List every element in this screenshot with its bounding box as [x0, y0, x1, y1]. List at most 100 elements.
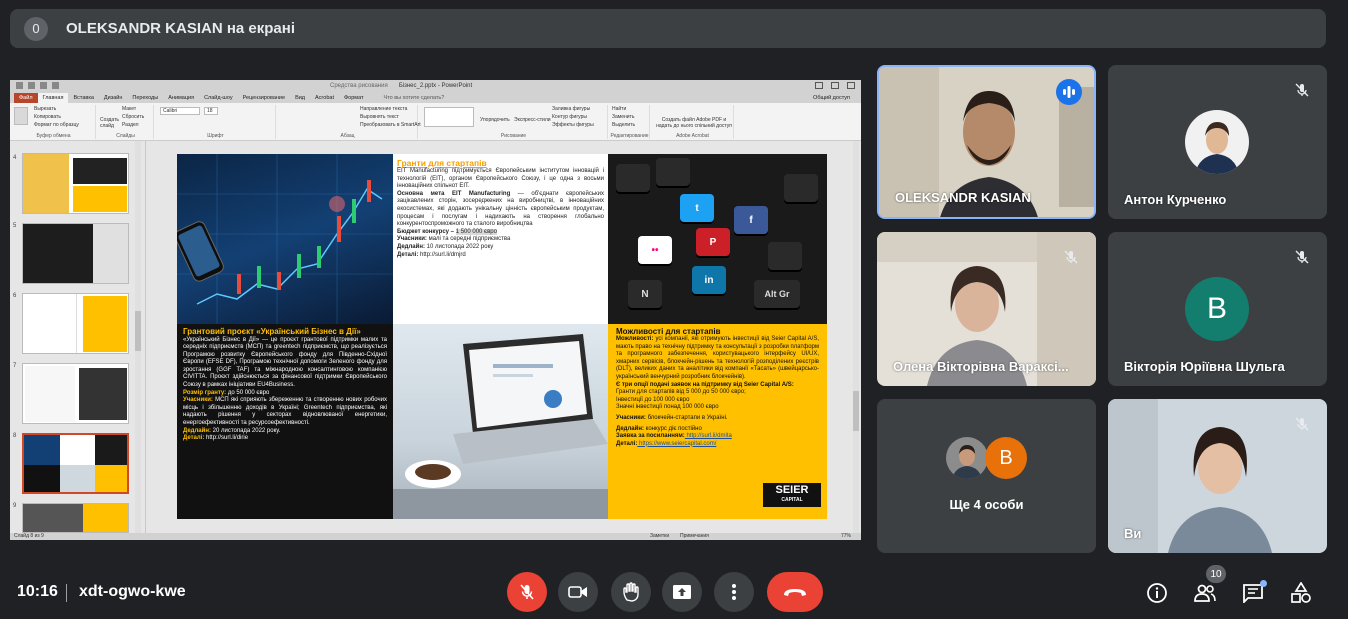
- participant-name: Ви: [1124, 526, 1142, 541]
- participant-tile[interactable]: B Вікторія Юріївна Шульга: [1108, 232, 1327, 386]
- mic-toggle-button[interactable]: [507, 572, 547, 612]
- pin-count: 0: [24, 16, 48, 41]
- ribbon-create-pdf: Создать файл Adobe PDF и надать до нього…: [656, 117, 732, 129]
- thumb-block: [73, 186, 127, 212]
- muted-mic-icon: [1289, 244, 1315, 270]
- ribbon-find: Найти: [612, 106, 627, 112]
- sc-details: Деталі: https://www.seiercapital.com/: [616, 441, 819, 449]
- eit-paragraph-1: EIT Manufacturing підтримується Європейс…: [397, 168, 604, 190]
- ribbon-group-drawing: Упорядочить Экспресс-стили Заливка фигур…: [420, 105, 608, 139]
- keyboard-key: [616, 164, 650, 192]
- raise-hand-button[interactable]: [611, 572, 651, 612]
- ribbon-group-acrobat: Создать файл Adobe PDF и надать до нього…: [652, 105, 734, 139]
- ribbon-smartart: Преобразовать в SmartArt: [360, 122, 421, 128]
- ribbon-replace: Заменить: [612, 114, 635, 120]
- sc-participants: Учасники: блокчейн-стартапи в Україні.: [616, 415, 819, 423]
- slide-thumbnail-5: [22, 223, 129, 284]
- thumb-number: 8: [13, 433, 17, 439]
- ub-title: Грантовий проєкт «Український Бізнес в Д…: [183, 327, 361, 336]
- eit-paragraph-2: Основна мета EIT Manufacturing — об'єдна…: [397, 191, 604, 229]
- participant-name: Вікторія Юріївна Шульга: [1124, 359, 1285, 374]
- ribbon-arrange: Упорядочить: [480, 117, 510, 123]
- ppt-title-bar: Бізнес_2.pptx - PowerPoint Средства рисо…: [10, 80, 861, 92]
- slide-thumbnail-6: [22, 293, 129, 354]
- n-key: N: [628, 280, 662, 308]
- leave-call-button[interactable]: [767, 572, 823, 612]
- altgr-key: Alt Gr: [754, 280, 800, 308]
- sc-details-label: Деталі:: [616, 440, 638, 447]
- keyboard-key: [784, 174, 818, 202]
- activities-button[interactable]: [1288, 580, 1314, 606]
- tab-format: Формат: [343, 95, 364, 101]
- group-label: Буфер обмена: [36, 133, 71, 139]
- keyboard-key: [656, 158, 690, 186]
- sc-apply-link: http://surl.li/dmita: [684, 433, 732, 440]
- camera-toggle-button[interactable]: [558, 572, 598, 612]
- tab-transitions: Переходы: [132, 95, 159, 101]
- more-options-button[interactable]: [714, 572, 754, 612]
- ribbon-section: Раздел: [122, 122, 139, 128]
- ub-deadline-value: 20 листопада 2022 року.: [210, 427, 281, 434]
- candlestick-chart-graphic: [177, 154, 393, 324]
- ub-size-label: Розмір гранту:: [183, 389, 227, 396]
- shared-screen[interactable]: Бізнес_2.pptx - PowerPoint Средства рисо…: [10, 80, 861, 540]
- present-icon: [673, 585, 691, 599]
- ribbon-shape-effects: Эффекты фигуры: [552, 122, 594, 128]
- eit-deadline-value: 10 листопада 2022 року: [424, 243, 494, 250]
- group-label: Рисование: [500, 133, 527, 139]
- slide-counter: Слайд 8 из 9: [14, 533, 44, 539]
- slide-thumbnail-8[interactable]: [22, 433, 129, 494]
- thumb-number: 7: [13, 363, 17, 369]
- flickr-key-icon: ••: [638, 236, 672, 264]
- sc-deadline-value: конкурс діє постійно: [643, 425, 702, 432]
- ub-details: Деталі: http://surl.li/dirie: [183, 435, 387, 443]
- stock-chart-image: [177, 154, 393, 324]
- laptop-graphic: [393, 334, 608, 519]
- presentation-title: OLEKSANDR KASIAN на екрані: [66, 20, 295, 37]
- more-participants-tile[interactable]: B Ще 4 особи: [877, 399, 1096, 553]
- notes-label: Заметки: [650, 533, 670, 539]
- eit-budget-label: Бюджет конкурсу –: [397, 228, 456, 235]
- ub-participants-value: МСП які сприяють збереженню та створенню…: [183, 397, 387, 427]
- thumb-block: [23, 224, 93, 283]
- participant-tile[interactable]: Олена Вікторівна Вараксі...: [877, 232, 1096, 386]
- ribbon-shape-outline: Контур фигуры: [552, 114, 587, 120]
- thumb-number: 6: [13, 293, 17, 299]
- present-screen-button[interactable]: [662, 572, 702, 612]
- self-tile[interactable]: Ви: [1108, 399, 1327, 553]
- avatar: B: [985, 437, 1027, 479]
- muted-mic-icon: [1289, 77, 1315, 103]
- thumb-block: [95, 435, 127, 465]
- eit-goal-label: Основна мета EIT Manufacturing: [397, 190, 511, 197]
- ppt-share: Общий доступ: [813, 95, 850, 101]
- sc-option-1: Гранти для стартапів від 5 000 до 50 000…: [616, 389, 746, 396]
- meet-window: 0 OLEKSANDR KASIAN на екрані Бізнес_2.pp…: [0, 0, 1348, 619]
- slide-scrollbar: [853, 141, 859, 533]
- mic-off-icon: [520, 584, 534, 600]
- sc-options-heading-text: Є три опції подачі заявок на підтримку в…: [616, 381, 794, 388]
- eit-participants-label: Учасники:: [397, 236, 427, 243]
- avatar: [1185, 110, 1249, 174]
- sc-participants-value: блокчейн-стартапи в Україні.: [645, 414, 728, 421]
- meeting-info-button[interactable]: [1144, 580, 1170, 606]
- hang-up-icon: [784, 589, 806, 596]
- ribbon-quick-styles: Экспресс-стили: [514, 117, 551, 123]
- ribbon-text-direction: Направление текста: [360, 106, 408, 112]
- seier-logo-sub: CAPITAL: [781, 497, 803, 503]
- participant-tile[interactable]: OLEKSANDR KASIAN: [877, 65, 1096, 219]
- participant-tile[interactable]: Антон Курченко: [1108, 65, 1327, 219]
- seier-capital-logo: SEIER CAPITAL: [763, 483, 821, 507]
- thumb-block: [24, 435, 60, 465]
- people-button[interactable]: [1192, 580, 1218, 606]
- thumb-number: 4: [13, 155, 17, 161]
- ribbon-group-font: Calibri 18 Шрифт: [156, 105, 276, 139]
- thumb-block: [23, 294, 77, 353]
- sc-title: Можливості для стартапів: [616, 327, 721, 336]
- slide-thumbnail-9: [22, 503, 129, 533]
- tab-home: Главная: [37, 93, 69, 103]
- slide-edit-area: Гранти для стартапів EIT Manufacturing п…: [147, 141, 861, 533]
- maximize-icon: [831, 82, 839, 89]
- group-label: Шрифт: [207, 133, 224, 139]
- ppt-workspace: 4 5 6 7 8 9 Гранти для стартапів EIT Man…: [10, 141, 861, 533]
- eit-deadline: Дедлайн: 10 листопада 2022 року: [397, 244, 604, 252]
